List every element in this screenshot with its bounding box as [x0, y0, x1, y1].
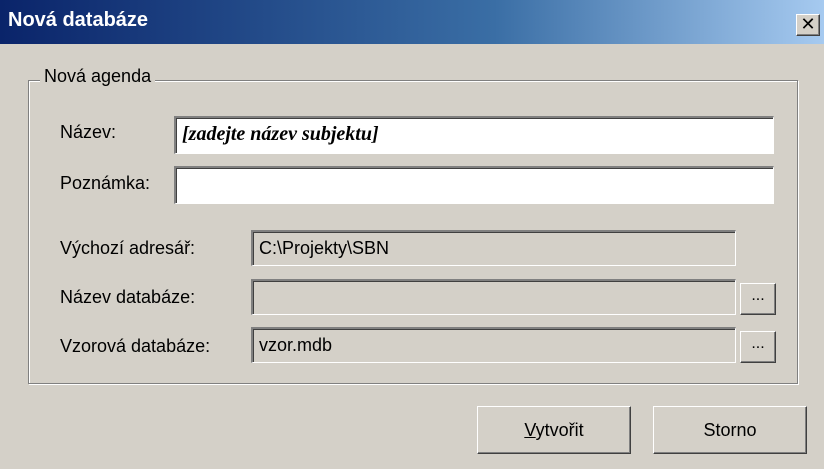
create-button[interactable]: Vytvořit: [477, 406, 631, 454]
group-legend: Nová agenda: [40, 66, 156, 87]
default-dir-field: C:\Projekty\SBN: [251, 230, 736, 266]
name-input[interactable]: [zadejte název subjektu]: [174, 116, 774, 154]
note-input[interactable]: [174, 166, 774, 204]
name-label: Název:: [60, 122, 117, 142]
cancel-button[interactable]: Storno: [653, 406, 807, 454]
browse-db-name-button[interactable]: ...: [740, 283, 776, 315]
db-name-label: Název databáze:: [60, 287, 196, 307]
create-mnemonic: V: [524, 420, 536, 440]
window-title: Nová databáze: [8, 9, 149, 31]
close-button[interactable]: ✕: [796, 14, 820, 36]
template-db-label: Vzorová databáze:: [60, 336, 211, 356]
title-bar: Nová databáze ✕: [0, 0, 824, 44]
default-dir-label: Výchozí adresář:: [60, 238, 196, 258]
template-db-field: vzor.mdb: [251, 327, 736, 363]
close-icon: ✕: [800, 14, 816, 34]
create-label: ytvořit: [535, 420, 584, 440]
browse-template-db-button[interactable]: ...: [740, 331, 776, 363]
db-name-field: [251, 279, 736, 315]
note-label: Poznámka:: [60, 173, 151, 193]
